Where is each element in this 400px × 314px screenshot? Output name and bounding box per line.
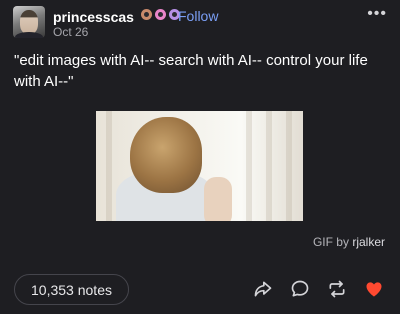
follow-button[interactable]: Follow <box>178 8 218 24</box>
avatar[interactable] <box>13 6 45 38</box>
share-icon[interactable] <box>253 279 273 299</box>
username[interactable]: princesscas <box>53 9 134 25</box>
like-icon[interactable] <box>364 279 384 299</box>
reply-icon[interactable] <box>290 279 310 299</box>
gif-credit-prefix: GIF by <box>312 235 349 249</box>
avatar-face <box>20 10 38 34</box>
gif-figure-arm <box>204 177 232 221</box>
gif-image[interactable] <box>96 111 303 221</box>
gif-credit: GIF by rjalker <box>313 235 385 249</box>
notes-button[interactable]: 10,353 notes <box>14 274 129 305</box>
user-badges <box>141 9 180 20</box>
more-options-icon[interactable]: ••• <box>367 5 387 23</box>
reblog-icon[interactable] <box>327 279 347 299</box>
post-date[interactable]: Oct 26 <box>53 25 88 39</box>
post-actions <box>253 279 384 299</box>
avatar-shirt <box>15 32 43 38</box>
badge-1-icon[interactable] <box>141 9 152 20</box>
gif-figure-hair <box>130 117 202 193</box>
post-text: "edit images with AI-- search with AI-- … <box>14 52 368 90</box>
badge-2-icon[interactable] <box>155 9 166 20</box>
gif-credit-user[interactable]: rjalker <box>352 235 385 249</box>
